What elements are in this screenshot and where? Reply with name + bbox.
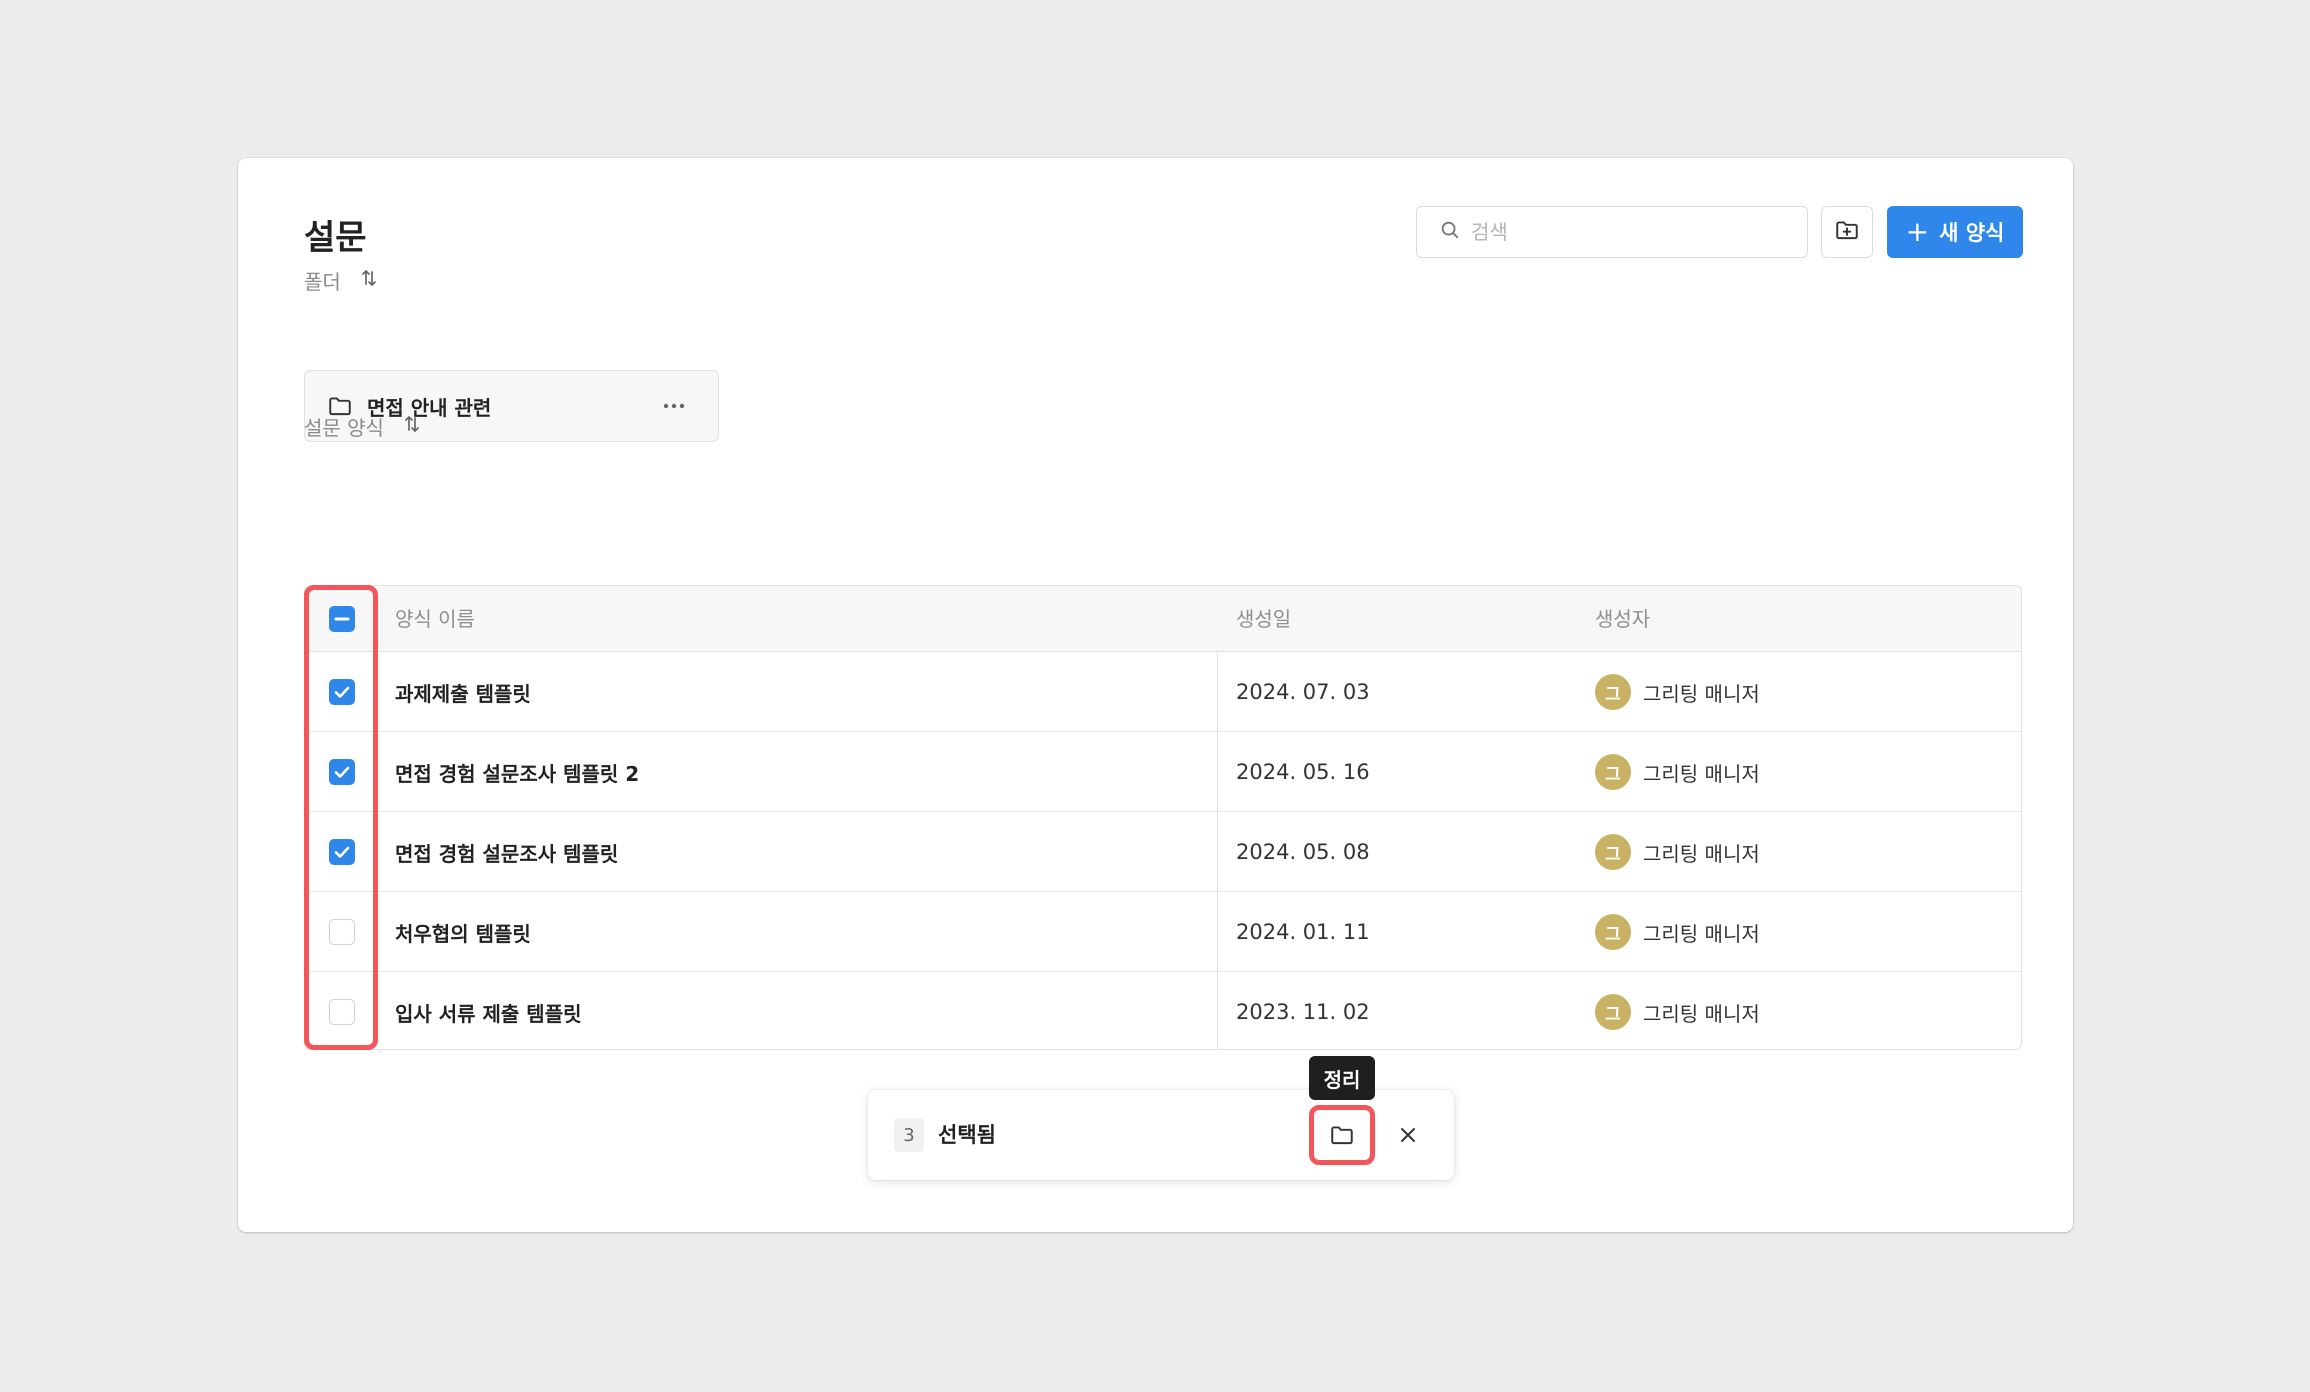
column-header-created[interactable]: 생성일 [1236,586,1291,652]
sort-forms-button[interactable] [402,414,422,439]
check-icon [334,766,350,778]
check-icon [334,846,350,858]
avatar: 그 [1595,834,1631,870]
creator-name: 그리팅 매니저 [1643,841,1760,866]
created-date: 2024. 07. 03 [1236,680,1370,704]
creator-cell: 그 그리팅 매니저 [1595,732,1760,812]
form-name[interactable]: 처우협의 템플릿 [395,892,531,972]
form-name[interactable]: 과제제출 템플릿 [395,652,531,732]
row-checkbox[interactable] [329,919,355,945]
form-name[interactable]: 면접 경험 설문조사 템플릿 [395,812,618,892]
created-date: 2024. 05. 16 [1236,760,1370,784]
created-date: 2024. 05. 08 [1236,840,1370,864]
folders-section-label: 폴더 [304,270,341,294]
clear-selection-button[interactable] [1388,1115,1428,1155]
forms-section-label: 설문 양식 [304,416,384,440]
survey-page-card: 설문 + 새 양식 폴더 면접 안내 관련 설문 양식 [238,158,2073,1232]
sort-icon [405,416,419,432]
folder-plus-icon [1834,217,1860,247]
search-icon [1439,219,1461,245]
page-title: 설문 [304,218,367,258]
creator-name: 그리팅 매니저 [1643,1001,1760,1026]
plus-icon: + [1905,215,1930,248]
sort-icon [361,270,376,286]
forms-section-header: 설문 양식 [304,412,422,441]
new-form-button[interactable]: + 새 양식 [1887,206,2023,258]
avatar: 그 [1595,994,1631,1030]
creator-name: 그리팅 매니저 [1643,761,1760,786]
column-header-creator[interactable]: 생성자 [1595,586,1650,652]
column-header-name[interactable]: 양식 이름 [395,586,475,652]
form-name[interactable]: 면접 경험 설문조사 템플릿 2 [395,732,639,812]
creator-cell: 그 그리팅 매니저 [1595,892,1760,972]
new-folder-button[interactable] [1821,206,1873,258]
new-form-label: 새 양식 [1939,221,2005,245]
table-row[interactable]: 면접 경험 설문조사 템플릿 2024. 05. 08 그 그리팅 매니저 [305,812,2021,892]
search-box[interactable] [1416,206,1808,258]
table-row[interactable]: 입사 서류 제출 템플릿 2023. 11. 02 그 그리팅 매니저 [305,972,2021,1049]
avatar: 그 [1595,674,1631,710]
created-date: 2024. 01. 11 [1236,920,1370,944]
table-header: 양식 이름 생성일 생성자 [305,586,2021,652]
sort-folders-button[interactable] [359,268,379,293]
table-row[interactable]: 면접 경험 설문조사 템플릿 2 2024. 05. 16 그 그리팅 매니저 [305,732,2021,812]
avatar: 그 [1595,914,1631,950]
organize-tooltip: 정리 [1309,1056,1375,1100]
creator-name: 그리팅 매니저 [1643,681,1760,706]
creator-name: 그리팅 매니저 [1643,921,1760,946]
row-checkbox[interactable] [329,839,355,865]
row-checkbox[interactable] [329,759,355,785]
forms-table: 양식 이름 생성일 생성자 과제제출 템플릿 2024. 07. 03 그 그리… [304,585,2022,1050]
select-all-checkbox[interactable] [329,606,355,632]
table-row[interactable]: 처우협의 템플릿 2024. 01. 11 그 그리팅 매니저 [305,892,2021,972]
folders-section-header: 폴더 [304,266,379,295]
selected-label: 선택됨 [938,1123,996,1147]
organize-button[interactable] [1309,1105,1375,1165]
creator-cell: 그 그리팅 매니저 [1595,972,1760,1049]
selection-action-bar: 3 선택됨 [868,1090,1454,1180]
search-input[interactable] [1471,220,1791,244]
more-icon [663,403,685,409]
minus-icon [334,617,350,621]
table-row[interactable]: 과제제출 템플릿 2024. 07. 03 그 그리팅 매니저 [305,652,2021,732]
check-icon [334,686,350,698]
creator-cell: 그 그리팅 매니저 [1595,652,1760,732]
folder-more-button[interactable] [654,402,694,410]
folder-icon [1331,1126,1353,1145]
form-name[interactable]: 입사 서류 제출 템플릿 [395,972,582,1049]
creator-cell: 그 그리팅 매니저 [1595,812,1760,892]
close-icon [1401,1128,1415,1142]
selected-count-badge: 3 [894,1118,924,1152]
row-checkbox[interactable] [329,679,355,705]
row-checkbox[interactable] [329,999,355,1025]
created-date: 2023. 11. 02 [1236,1000,1370,1024]
avatar: 그 [1595,754,1631,790]
